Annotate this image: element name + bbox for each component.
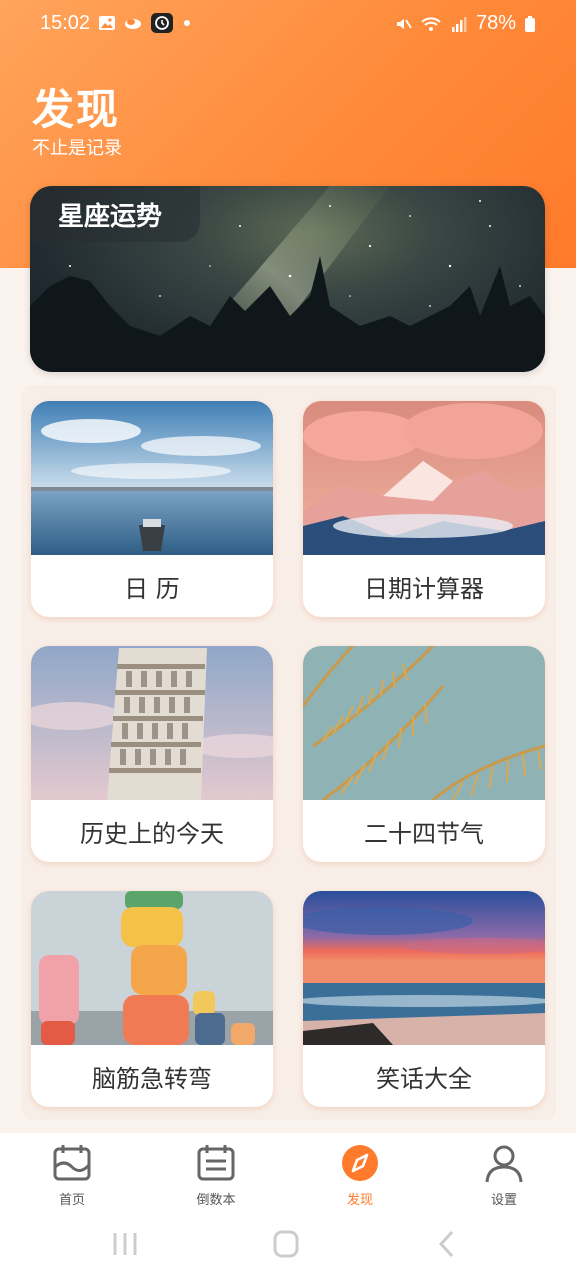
leaning-tower-image bbox=[31, 646, 273, 800]
status-right: 78% bbox=[394, 12, 536, 35]
mountain-clouds-image bbox=[303, 401, 545, 555]
brain-teaser-card-label: 脑筋急转弯 bbox=[92, 1064, 212, 1093]
calendar-card[interactable]: 日 历 bbox=[31, 401, 273, 617]
palm-leaves-image bbox=[303, 646, 545, 800]
date-calculator-card-label: 日期计算器 bbox=[364, 574, 484, 603]
history-today-card[interactable]: 历史上的今天 bbox=[31, 646, 273, 862]
page-title: 发现 bbox=[32, 85, 121, 134]
status-time: 15:02 bbox=[40, 12, 91, 34]
nav-label-settings: 设置 bbox=[490, 1193, 517, 1208]
nav-item-countdown[interactable]: 倒数本 bbox=[161, 1143, 271, 1213]
calendar-wave-icon bbox=[53, 1145, 91, 1181]
horoscope-banner[interactable]: 星座运势 bbox=[30, 186, 545, 372]
compass-icon bbox=[342, 1145, 378, 1181]
system-navigation-bar bbox=[0, 1213, 576, 1280]
signal-icon bbox=[451, 16, 467, 32]
page-subtitle: 不止是记录 bbox=[32, 138, 122, 159]
wifi-icon bbox=[421, 16, 441, 31]
countdown-list-icon bbox=[197, 1145, 235, 1181]
lake-boat-image bbox=[31, 401, 273, 555]
solar-terms-card-label: 二十四节气 bbox=[364, 819, 484, 848]
solar-terms-card[interactable]: 二十四节气 bbox=[303, 646, 545, 862]
bottom-navigation: 首页 倒数本 发现 设置 bbox=[0, 1133, 576, 1213]
back-icon[interactable] bbox=[428, 1229, 468, 1259]
jokes-card[interactable]: 笑话大全 bbox=[303, 891, 545, 1107]
nav-item-settings[interactable]: 设置 bbox=[449, 1143, 559, 1213]
nav-label-countdown: 倒数本 bbox=[196, 1193, 236, 1208]
status-left-icons bbox=[98, 12, 192, 34]
banner-label: 星座运势 bbox=[30, 186, 200, 242]
nav-item-home[interactable]: 首页 bbox=[17, 1143, 127, 1213]
nav-label-discover: 发现 bbox=[346, 1193, 373, 1208]
dot-icon bbox=[184, 20, 190, 26]
home-icon[interactable] bbox=[266, 1229, 306, 1259]
history-today-card-label: 历史上的今天 bbox=[80, 819, 224, 848]
image-icon bbox=[99, 16, 115, 30]
calendar-card-label: 日 历 bbox=[124, 574, 180, 603]
recent-apps-icon[interactable] bbox=[105, 1229, 145, 1259]
date-calculator-card[interactable]: 日期计算器 bbox=[303, 401, 545, 617]
mute-icon bbox=[396, 18, 412, 29]
status-bar: 15:02 78% bbox=[0, 0, 576, 48]
battery-percent: 78% bbox=[475, 12, 516, 34]
alarm-icon bbox=[151, 13, 173, 33]
battery-icon bbox=[525, 15, 535, 32]
user-icon bbox=[485, 1145, 523, 1183]
brain-teaser-card[interactable]: 脑筋急转弯 bbox=[31, 891, 273, 1107]
nav-item-discover[interactable]: 发现 bbox=[305, 1143, 415, 1213]
cloud-icon bbox=[125, 19, 141, 29]
nav-label-home: 首页 bbox=[58, 1193, 85, 1208]
stacked-rocks-image bbox=[31, 891, 273, 1045]
jokes-card-label: 笑话大全 bbox=[376, 1064, 472, 1093]
sunset-beach-image bbox=[303, 891, 545, 1045]
